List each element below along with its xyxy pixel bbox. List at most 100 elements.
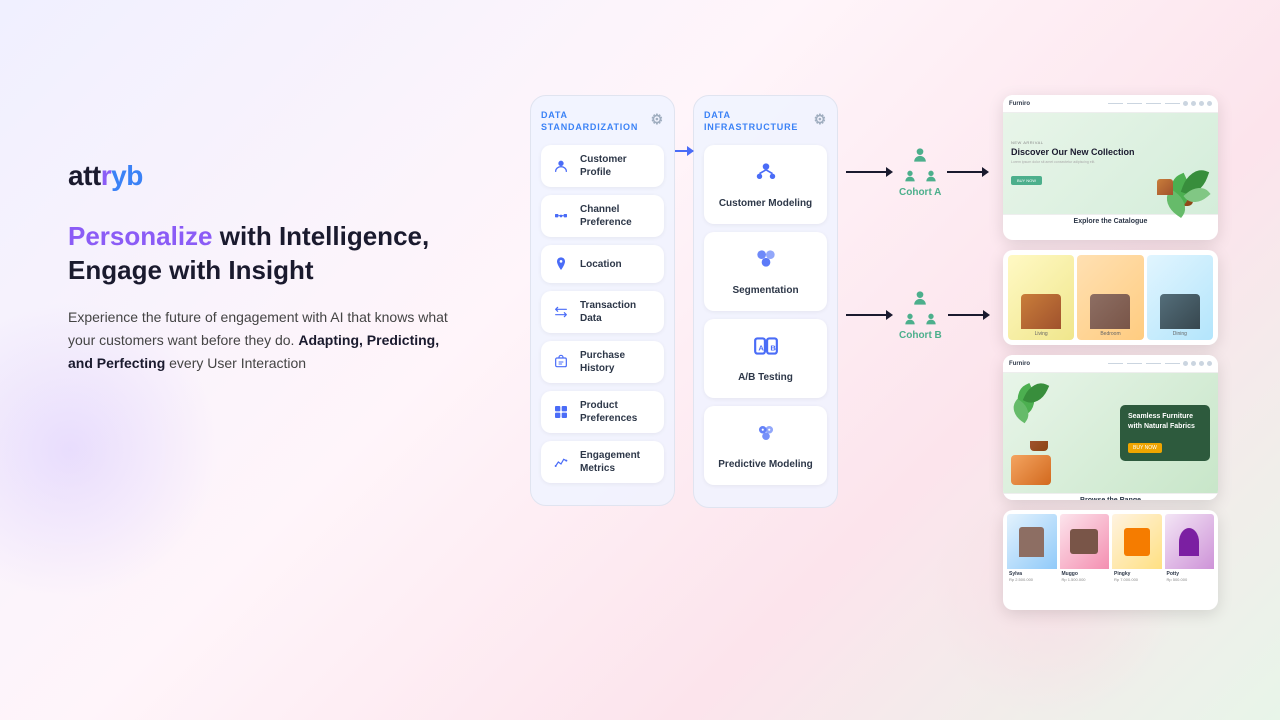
cohort-b-row: Cohort B (846, 288, 990, 341)
channel-icon (550, 205, 572, 227)
data-infrastructure-column: DATAINFRASTRUCTURE ⚙ Customer Modeling (693, 95, 838, 508)
cohort-b-arrow-left (846, 310, 893, 320)
furniro-nav-a (1108, 103, 1180, 104)
ds-item-location: Location (541, 245, 664, 283)
screenshot-furniro-catalog: Living Bedroom Dining (1003, 250, 1218, 345)
product-potty: Potty Rp 500.000 (1165, 514, 1215, 584)
cohort-b-node-3 (923, 311, 939, 327)
action-circle-b2 (1191, 361, 1196, 366)
engagement-icon (550, 451, 572, 473)
data-standardization-column: DATASTANDARDIZATION ⚙ Customer Profile (530, 95, 675, 506)
cohort-a-row: Cohort A (846, 145, 990, 198)
cohort-a-top-node (910, 145, 930, 165)
ds-header: DATASTANDARDIZATION ⚙ (541, 110, 664, 133)
cohort-a-node-3 (923, 168, 939, 184)
svg-text:B: B (770, 344, 776, 353)
plant-b-pot (1030, 441, 1048, 451)
bedroom-label: Bedroom (1100, 331, 1120, 337)
ds-product-preferences-label: Product Preferences (580, 399, 655, 425)
gear-icon: ⚙ (651, 110, 664, 128)
furniro-buy-btn-b[interactable]: BUY NOW (1128, 443, 1162, 453)
di-customer-modeling-label: Customer Modeling (719, 197, 812, 210)
ds-channel-preference-label: Channel Preference (580, 203, 655, 229)
svg-text:A: A (758, 344, 764, 353)
product-pingky-info: Pingky Rp 7.000.000 (1112, 569, 1162, 584)
ds-header-text: DATASTANDARDIZATION (541, 110, 638, 133)
product-grid: Sylva Rp 2.500.000 Muggo Rp 1.500.000 (1007, 514, 1214, 584)
furniro-explore-label: Explore the Catalogue (1003, 214, 1218, 228)
product-potty-img (1165, 514, 1215, 569)
furniro-buy-btn-a[interactable]: BUY NOW (1011, 176, 1042, 185)
product-muggo-price: Rp 1.500.000 (1062, 577, 1108, 582)
cohort-a-arrow-left (846, 167, 893, 177)
cohort-b-nodes: Cohort B (899, 288, 942, 341)
di-header-text: DATAINFRASTRUCTURE (704, 110, 798, 133)
screenshots-section: Furniro New Arrival Discover Our New Col… (1003, 95, 1218, 610)
catalog-thumb-dining: Dining (1147, 255, 1213, 340)
headline: Personalize with Intelligence, Engage wi… (68, 220, 528, 288)
furniro-logo-a: Furniro (1009, 101, 1105, 107)
nav-line-2 (1127, 103, 1142, 104)
screenshot-furniro-hero-b: Furniro (1003, 355, 1218, 500)
furniro-topbar-b: Furniro (1003, 355, 1218, 373)
logo-yb: yb (111, 160, 143, 191)
nav-line-b1 (1108, 363, 1123, 364)
ds-item-customer-profile: Customer Profile (541, 145, 664, 187)
furniro-hero-b-left (1011, 381, 1112, 485)
headline-personalize: Personalize (68, 221, 213, 251)
nav-line-b4 (1165, 363, 1180, 364)
logo-r: r (101, 160, 111, 191)
catalog-thumb-bedroom: Bedroom (1077, 255, 1143, 340)
plant-b (1011, 381, 1066, 451)
action-circle-1 (1183, 101, 1188, 106)
product-pingky: Pingky Rp 7.000.000 (1112, 514, 1162, 584)
cohort-b-label: Cohort B (899, 330, 942, 341)
furniro-plant-illustration (1155, 121, 1210, 206)
purchase-icon (550, 351, 572, 373)
diagram: DATASTANDARDIZATION ⚙ Customer Profile (530, 95, 990, 508)
furniro-hero-b-text: Seamless Furniture with Natural Fabrics … (1120, 405, 1210, 460)
di-item-customer-modeling: Customer Modeling (704, 145, 827, 224)
cohort-b-node-2 (902, 311, 918, 327)
di-gear-icon: ⚙ (814, 110, 827, 128)
logo-attr: att (68, 160, 101, 191)
dining-img (1160, 294, 1200, 329)
product-icon (550, 401, 572, 423)
di-item-predictive-modeling: Predictive Modeling (704, 406, 827, 485)
cohort-a-nodes: Cohort A (899, 145, 941, 198)
dining-label: Dining (1173, 331, 1187, 337)
segmentation-icon (753, 246, 779, 278)
furniro-logo-b: Furniro (1009, 361, 1105, 367)
location-icon (550, 253, 572, 275)
description-outro: every User Interaction (165, 355, 306, 371)
ds-item-transaction-data: Transaction Data (541, 291, 664, 333)
ds-item-product-preferences: Product Preferences (541, 391, 664, 433)
user-icon (550, 155, 572, 177)
furniro-topbar-a: Furniro (1003, 95, 1218, 113)
product-pingky-shape (1124, 528, 1150, 556)
cohort-a-label: Cohort A (899, 187, 941, 198)
di-predictive-modeling-label: Predictive Modeling (718, 458, 812, 471)
di-segmentation-label: Segmentation (732, 284, 798, 297)
action-circle-b4 (1207, 361, 1212, 366)
living-img (1021, 294, 1061, 329)
nav-line-3 (1146, 103, 1161, 104)
di-item-ab-testing: A B A/B Testing (704, 319, 827, 398)
furniro-nav-b (1108, 363, 1180, 364)
furniro-desc: Lorem ipsum dolor sit amet consectetur a… (1011, 160, 1147, 165)
product-muggo-info: Muggo Rp 1.500.000 (1060, 569, 1110, 584)
furniro-b-headline: Seamless Furniture with Natural Fabrics (1128, 412, 1202, 430)
screenshot-furniro-hero-a: Furniro New Arrival Discover Our New Col… (1003, 95, 1218, 240)
chair-b (1011, 455, 1051, 485)
nav-line-b3 (1146, 363, 1161, 364)
ab-testing-icon: A B (753, 333, 779, 365)
bedroom-img (1090, 294, 1130, 329)
product-pingky-img (1112, 514, 1162, 569)
ds-purchase-history-label: Purchase History (580, 349, 655, 375)
ds-customer-profile-label: Customer Profile (580, 153, 655, 179)
furniro-actions-a (1183, 101, 1212, 106)
product-sylva-img (1007, 514, 1057, 569)
ds-item-purchase-history: Purchase History (541, 341, 664, 383)
ds-item-channel-preference: Channel Preference (541, 195, 664, 237)
action-circle-2 (1191, 101, 1196, 106)
